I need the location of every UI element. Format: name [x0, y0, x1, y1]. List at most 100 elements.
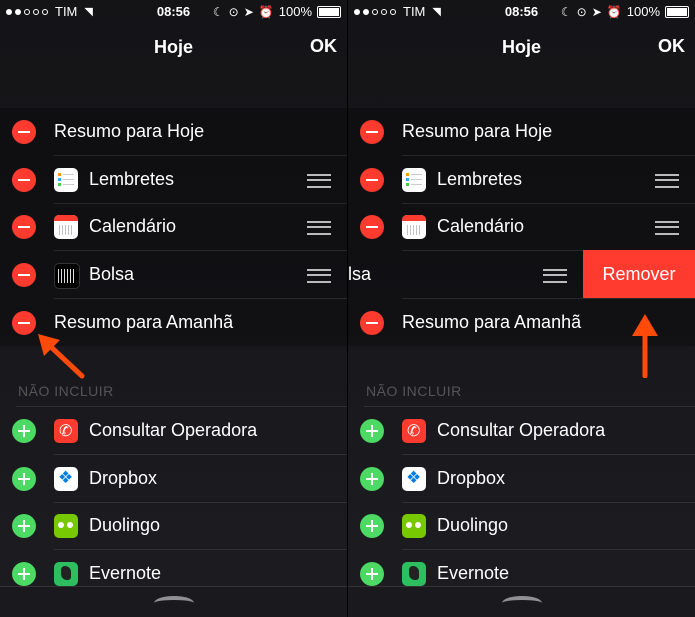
right-panel: TIM ◥ 08:56 ☾ ⊙ ➤ ⏰ 100% Hoje OK Resumo …: [348, 0, 695, 617]
moon-icon: ☾: [560, 4, 572, 19]
comparison-screenshot: TIM ◥ 08:56 ☾ ⊙ ➤ ⏰ 100% Hoje OK Resumo …: [0, 0, 695, 617]
list-item: Dropbox: [348, 455, 695, 502]
reorder-handle-icon[interactable]: [655, 221, 679, 235]
status-bar: TIM ◥ 08:56 ☾ ⊙ ➤ ⏰ 100%: [0, 0, 347, 24]
nav-bar: Hoje OK: [0, 30, 347, 62]
widget-label: Consultar Operadora: [89, 420, 258, 440]
section-header-not-included: NÃO INCLUIR: [366, 383, 462, 399]
delete-icon[interactable]: [360, 168, 384, 192]
delete-icon[interactable]: [360, 311, 384, 335]
add-icon[interactable]: [360, 562, 384, 586]
status-right: ☾ ⊙ ➤ ⏰ 100%: [213, 4, 341, 19]
list-item: Consultar Operadora: [0, 407, 347, 454]
phone-icon: [402, 419, 426, 443]
alarm-icon: ⏰: [258, 4, 274, 19]
delete-icon[interactable]: [12, 311, 36, 335]
widget-label: Duolingo: [437, 515, 509, 535]
widget-label: Calendário: [89, 216, 177, 236]
add-icon[interactable]: [12, 467, 36, 491]
list-item: Resumo para Hoje: [0, 108, 347, 155]
battery-percent: 100%: [626, 4, 660, 19]
left-panel: TIM ◥ 08:56 ☾ ⊙ ➤ ⏰ 100% Hoje OK Resumo …: [0, 0, 347, 617]
reorder-handle-icon[interactable]: [307, 221, 331, 235]
list-item: Lembretes: [0, 156, 347, 203]
ok-button[interactable]: OK: [658, 36, 685, 57]
annotation-arrow-icon: [38, 334, 85, 379]
delete-icon[interactable]: [12, 263, 36, 287]
reorder-handle-icon[interactable]: [655, 174, 679, 188]
duolingo-icon: [402, 514, 426, 538]
pull-handle-icon[interactable]: [501, 596, 542, 610]
list-item: Bolsa: [0, 251, 347, 298]
evernote-icon: [402, 562, 426, 586]
widget-label: Evernote: [437, 563, 510, 583]
battery-icon: [665, 5, 689, 18]
moon-icon: ☾: [212, 4, 224, 19]
add-icon[interactable]: [12, 562, 36, 586]
widget-label: Lembretes: [437, 169, 523, 189]
delete-icon[interactable]: [12, 120, 36, 144]
swiped-widget-label: lsa: [348, 264, 372, 284]
dropbox-icon: [54, 467, 78, 491]
list-item: Calendário: [0, 203, 347, 250]
widget-label: Resumo para Amanhã: [402, 312, 582, 332]
duolingo-icon: [54, 514, 78, 538]
phone-icon: [54, 419, 78, 443]
widget-label: Resumo para Hoje: [54, 121, 205, 141]
delete-icon[interactable]: [12, 168, 36, 192]
evernote-icon: [54, 562, 78, 586]
list-item: Lembretes: [348, 156, 695, 203]
widget-label: Calendário: [437, 216, 525, 236]
section-header-not-included: NÃO INCLUIR: [18, 383, 114, 399]
battery-icon: [317, 5, 341, 18]
status-bar: TIM ◥ 08:56 ☾ ⊙ ➤ ⏰ 100%: [348, 0, 695, 24]
remove-button[interactable]: Remover: [583, 250, 695, 298]
reminders-icon: [402, 168, 426, 192]
widget-label: Lembretes: [89, 169, 175, 189]
reorder-handle-icon[interactable]: [307, 269, 331, 283]
add-icon[interactable]: [12, 419, 36, 443]
widget-label: Evernote: [89, 563, 162, 583]
bottom-bar: [348, 586, 695, 617]
list-item: Duolingo: [348, 502, 695, 549]
list-item: Duolingo: [0, 502, 347, 549]
bottom-bar: [0, 586, 347, 617]
stocks-icon: [54, 263, 80, 289]
delete-icon[interactable]: [12, 215, 36, 239]
delete-icon[interactable]: [360, 120, 384, 144]
calendar-icon: [54, 215, 78, 239]
page-title: Hoje: [153, 37, 193, 57]
page-title: Hoje: [501, 37, 541, 57]
widget-label: Consultar Operadora: [437, 420, 606, 440]
dropbox-icon: [402, 467, 426, 491]
reminders-icon: [54, 168, 78, 192]
reorder-handle-icon[interactable]: [543, 269, 567, 283]
widget-label: Duolingo: [89, 515, 161, 535]
widget-label: Dropbox: [89, 468, 158, 488]
status-right: ☾ ⊙ ➤ ⏰ 100%: [561, 4, 689, 19]
battery-percent: 100%: [278, 4, 312, 19]
rotation-lock-icon: ⊙: [228, 4, 239, 19]
location-icon: ➤: [591, 4, 602, 19]
add-icon[interactable]: [360, 467, 384, 491]
pull-handle-icon[interactable]: [153, 596, 194, 610]
list-item: Consultar Operadora: [348, 407, 695, 454]
list-item: Dropbox: [0, 455, 347, 502]
widget-label: Resumo para Hoje: [402, 121, 553, 141]
widget-label: Bolsa: [89, 264, 135, 284]
list-item: Resumo para Hoje: [348, 108, 695, 155]
delete-icon[interactable]: [360, 215, 384, 239]
add-icon[interactable]: [360, 419, 384, 443]
add-icon[interactable]: [360, 514, 384, 538]
widget-label: Dropbox: [437, 468, 506, 488]
reorder-handle-icon[interactable]: [307, 174, 331, 188]
alarm-icon: ⏰: [606, 4, 622, 19]
rotation-lock-icon: ⊙: [576, 4, 587, 19]
add-icon[interactable]: [12, 514, 36, 538]
list-item: Calendário: [348, 203, 695, 250]
nav-bar: Hoje OK: [348, 30, 695, 62]
calendar-icon: [402, 215, 426, 239]
widget-label: Resumo para Amanhã: [54, 312, 234, 332]
location-icon: ➤: [243, 4, 254, 19]
ok-button[interactable]: OK: [310, 36, 337, 57]
